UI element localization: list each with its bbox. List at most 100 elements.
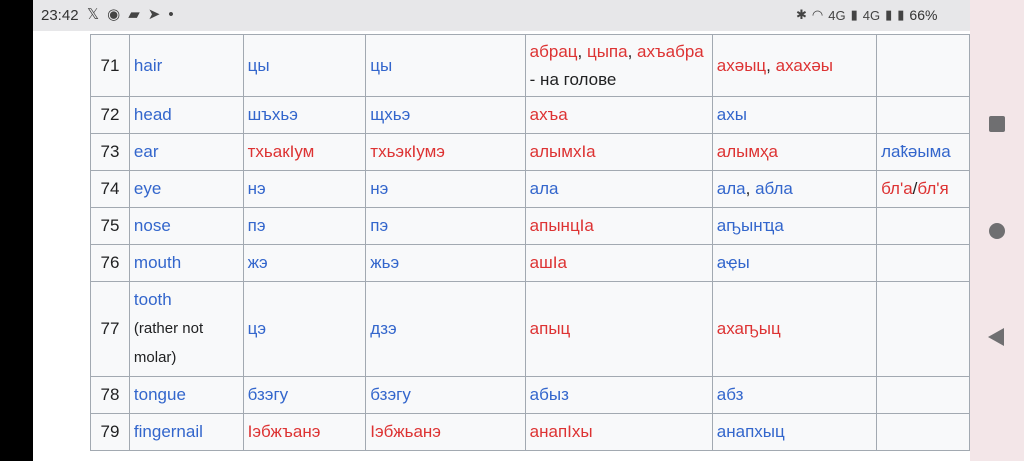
word-link[interactable]: ахъа — [530, 105, 568, 124]
status-time: 23:42 — [41, 7, 79, 24]
word-cell: алымхӀа — [524, 133, 713, 171]
english-cell[interactable]: eye — [128, 170, 244, 208]
word-link[interactable]: ахаҧыц — [717, 319, 781, 338]
english-link[interactable]: tongue — [134, 385, 186, 404]
word-link[interactable]: бзэгу — [248, 385, 289, 404]
english-link[interactable]: ear — [134, 142, 159, 161]
row-number: 73 — [90, 133, 130, 171]
word-link[interactable]: шъхьэ — [248, 105, 298, 124]
status-bar: 23:42 𝕏 ◉ ▰ ➤ • ✱ ◠ 4G ▮ 4G ▮ ▮ 66% — [33, 0, 970, 31]
row-number: 75 — [90, 207, 130, 245]
word-cell: пэ — [365, 207, 526, 245]
word-cell: щхьэ — [365, 96, 526, 134]
english-link[interactable]: mouth — [134, 253, 181, 272]
word-link[interactable]: апынцӀа — [530, 216, 594, 235]
word-link[interactable]: ахъабра — [637, 42, 704, 61]
row-number: 77 — [90, 281, 130, 377]
word-link[interactable]: аҧынҵа — [717, 216, 784, 235]
word-link[interactable]: абз — [717, 385, 744, 404]
word-link[interactable]: цы — [370, 56, 392, 75]
word-cell: анапӀхы — [524, 413, 713, 451]
word-link[interactable]: ашӀа — [530, 253, 567, 272]
word-cell: нэ — [365, 170, 526, 208]
word-link[interactable]: тхьэкӀумэ — [370, 142, 445, 161]
row-number: 72 — [90, 96, 130, 134]
word-link[interactable]: алымҳа — [717, 142, 778, 161]
english-link[interactable]: fingernail — [134, 422, 203, 441]
word-cell: апынцӀа — [524, 207, 713, 245]
word-link[interactable]: нэ — [370, 179, 388, 198]
word-link[interactable]: пэ — [248, 216, 266, 235]
word-cell: цэ — [242, 281, 367, 377]
dot-icon: • — [168, 6, 174, 23]
signal-icon: ▮ — [850, 7, 858, 22]
word-link[interactable]: бл'я — [917, 179, 948, 198]
word-link[interactable]: пэ — [370, 216, 388, 235]
word-cell — [876, 376, 970, 414]
word-link[interactable]: жьэ — [370, 253, 399, 272]
word-link[interactable]: бзэгу — [370, 385, 411, 404]
word-link[interactable]: аҿы — [717, 253, 750, 272]
english-cell[interactable]: ear — [128, 133, 244, 171]
word-link[interactable]: анапхыц — [717, 422, 785, 441]
word-link[interactable]: цыпа — [587, 42, 628, 61]
word-link[interactable]: апыц — [530, 319, 571, 338]
word-link[interactable]: ала — [530, 179, 559, 198]
word-link[interactable]: абла — [755, 179, 793, 198]
row-number: 76 — [90, 244, 130, 282]
english-link[interactable]: hair — [134, 56, 162, 75]
recents-square-icon[interactable] — [989, 116, 1005, 132]
home-circle-icon[interactable] — [989, 223, 1005, 239]
row-number: 74 — [90, 170, 130, 208]
english-link[interactable]: nose — [134, 216, 171, 235]
word-link[interactable]: ахахәы — [776, 56, 833, 75]
english-cell[interactable]: tongue — [128, 376, 244, 414]
word-link[interactable]: лаҟәыма — [881, 142, 951, 161]
word-link[interactable]: ала — [717, 179, 746, 198]
english-link[interactable]: eye — [134, 179, 161, 198]
english-link[interactable]: tooth — [134, 290, 172, 309]
english-cell[interactable]: tooth (rather not molar) — [128, 281, 244, 377]
x-icon: 𝕏 — [87, 6, 100, 23]
word-link[interactable]: ахәыц — [717, 56, 766, 75]
english-cell[interactable]: head — [128, 96, 244, 134]
word-cell: анапхыц — [711, 413, 878, 451]
word-link[interactable]: дзэ — [370, 319, 396, 338]
word-link[interactable]: жэ — [248, 253, 268, 272]
word-cell — [876, 244, 970, 282]
word-link[interactable]: бл'а — [881, 179, 913, 198]
english-link[interactable]: head — [134, 105, 172, 124]
word-link[interactable]: тхьакӀум — [248, 142, 315, 161]
word-link[interactable]: нэ — [248, 179, 266, 198]
table-row: 78 tongue бзэгу бзэгу абыз абз — [90, 376, 970, 414]
word-link[interactable]: анапӀхы — [530, 422, 593, 441]
table-row: 71 hair цы цы абрац, цыпа, ахъабра - на голов… — [90, 34, 970, 97]
word-cell: ашӀа — [524, 244, 713, 282]
word-link[interactable]: Ӏэбжъанэ — [248, 422, 321, 441]
word-cell: жэ — [242, 244, 367, 282]
word-cell: апыц — [524, 281, 713, 377]
word-link[interactable]: цы — [248, 56, 270, 75]
word-cell: жьэ — [365, 244, 526, 282]
word-link[interactable]: абрац — [530, 42, 578, 61]
back-triangle-icon[interactable] — [988, 328, 1004, 346]
word-link[interactable]: Ӏэбжьанэ — [370, 422, 441, 441]
word-link[interactable]: ахы — [717, 105, 747, 124]
page-content[interactable]: 71 hair цы цы абрац, цыпа, ахъабра - на голов… — [33, 31, 970, 461]
english-cell[interactable]: fingernail — [128, 413, 244, 451]
english-cell[interactable]: hair — [128, 34, 244, 97]
word-link[interactable]: щхьэ — [370, 105, 410, 124]
english-cell[interactable]: nose — [128, 207, 244, 245]
word-link[interactable]: цэ — [248, 319, 266, 338]
word-link[interactable]: абыз — [530, 385, 569, 404]
system-status-icons: ✱ ◠ 4G ▮ 4G ▮ ▮ 66% — [796, 7, 937, 23]
signal-2-label: 4G — [862, 7, 881, 23]
word-link[interactable]: алымхӀа — [530, 142, 596, 161]
word-cell — [876, 281, 970, 377]
word-cell: тхьэкӀумэ — [365, 133, 526, 171]
word-cell: абрац, цыпа, ахъабра - на голове — [524, 34, 713, 97]
word-cell: бзэгу — [242, 376, 367, 414]
bluetooth-icon: ✱ — [796, 7, 807, 22]
english-cell[interactable]: mouth — [128, 244, 244, 282]
word-cell: цы — [365, 34, 526, 97]
